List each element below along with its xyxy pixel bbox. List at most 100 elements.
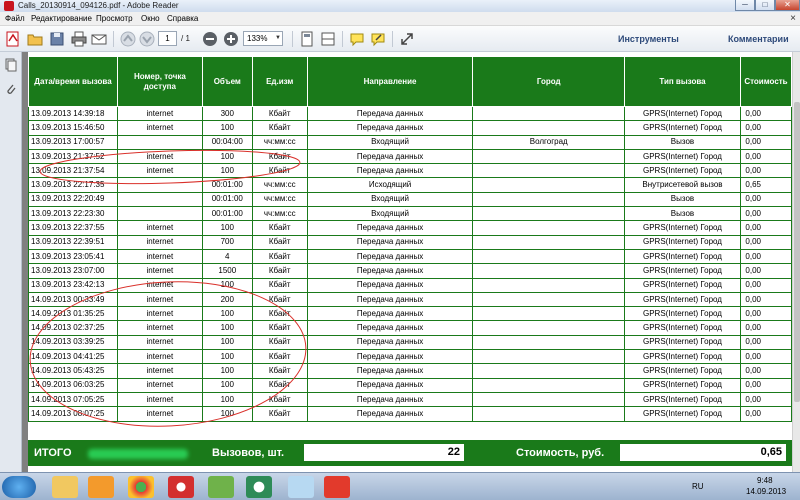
navigation-pane [0, 52, 22, 472]
table-cell [472, 177, 626, 193]
chevron-down-icon: ▼ [275, 35, 281, 41]
save-icon[interactable] [48, 30, 66, 48]
table-cell: GPRS(Internet) Город [624, 234, 741, 250]
table-cell: Кбайт [251, 234, 308, 250]
table-cell: Кбайт [251, 334, 308, 351]
clock-date[interactable]: 14.09.2013 [746, 486, 786, 498]
minimize-button[interactable]: ─ [735, 0, 755, 11]
menu-view[interactable]: Просмотр [96, 12, 133, 26]
table-cell: 14.09.2013 04:41:25 [28, 349, 118, 365]
table-cell: GPRS(Internet) Город [624, 363, 741, 379]
vertical-scrollbar[interactable] [792, 52, 800, 472]
table-cell: 0,00 [739, 105, 792, 122]
table-cell: 4 [201, 248, 253, 265]
fit-page-icon[interactable] [298, 30, 316, 48]
table-cell: 100 [201, 277, 253, 293]
zoom-select[interactable]: 133% ▼ [243, 31, 283, 46]
table-cell: 0,00 [739, 220, 792, 236]
table-cell: 0,00 [739, 234, 792, 250]
table-cell [472, 206, 626, 222]
icq-icon[interactable] [208, 476, 234, 498]
comments-link[interactable]: Комментарии [728, 26, 789, 52]
menu-edit[interactable]: Редактирование [31, 12, 92, 26]
fit-width-icon[interactable] [319, 30, 337, 48]
table-cell: Передача данных [306, 349, 474, 365]
next-page-icon[interactable] [138, 30, 156, 48]
table-cell: internet [116, 234, 203, 250]
table-cell: GPRS(Internet) Город [624, 349, 741, 365]
table-cell: Передача данных [306, 105, 474, 122]
table-cell: 200 [201, 291, 253, 308]
create-pdf-icon[interactable] [4, 30, 22, 48]
highlight-icon[interactable] [369, 30, 387, 48]
toolbar-separator [342, 31, 343, 47]
table-row: 13.09.2013 22:17:35 00:01:00 чч:мм:сс Исход… [28, 177, 792, 193]
chrome-icon[interactable] [128, 476, 154, 498]
table-cell [472, 148, 626, 165]
page-thumbnails-icon[interactable] [4, 58, 18, 72]
table-cell: 0,00 [739, 248, 792, 265]
table-cell: Исходящий [306, 177, 474, 193]
table-row: 13.09.2013 21:37:54 internet 100 Кбайт Перед… [28, 163, 792, 179]
table-cell: 0,00 [739, 277, 792, 293]
table-cell: 13.09.2013 22:23:30 [28, 206, 118, 222]
attachments-icon[interactable] [4, 82, 18, 96]
previous-page-icon[interactable] [119, 30, 137, 48]
email-icon[interactable] [90, 30, 108, 48]
calls-count-label: Вызовов, шт. [212, 447, 285, 459]
column-header-unit: Ед.изм [251, 56, 308, 107]
totals-bar: ИТОГО Вызовов, шт. 22 Стоимость, руб. 0,… [28, 440, 792, 466]
table-cell [472, 120, 626, 136]
comment-icon[interactable] [348, 30, 366, 48]
window-title: Calls_20130914_094126.pdf - Adobe Reader [18, 1, 179, 10]
mail-agent-icon[interactable] [246, 476, 272, 498]
table-cell: 13.09.2013 21:37:54 [28, 163, 118, 179]
table-cell: Передача данных [306, 334, 474, 351]
table-row: 14.09.2013 03:39:25 internet 100 Кбайт Перед… [28, 334, 792, 351]
document-view[interactable]: Дата/время вызова Номер, точка доступа О… [22, 52, 792, 472]
zoom-in-icon[interactable] [222, 30, 240, 48]
table-cell: 0,00 [739, 134, 792, 150]
expand-icon[interactable] [398, 30, 416, 48]
media-player-icon[interactable] [88, 476, 114, 498]
menu-window[interactable]: Окно [141, 12, 160, 26]
page-total: / 1 [181, 34, 190, 43]
table-cell [472, 291, 626, 308]
tools-link[interactable]: Инструменты [618, 26, 679, 52]
calls-count-value: 22 [304, 444, 464, 461]
menu-bar: Файл Редактирование Просмотр Окно Справк… [0, 12, 800, 26]
table-cell: Кбайт [251, 120, 308, 136]
open-file-icon[interactable] [26, 30, 44, 48]
table-row: 13.09.2013 15:46:50 internet 100 Кбайт Перед… [28, 120, 792, 136]
table-cell: 700 [201, 234, 253, 250]
table-cell: Передача данных [306, 277, 474, 293]
table-cell: Входящий [306, 191, 474, 208]
table-cell [472, 234, 626, 250]
table-cell: 14.09.2013 05:43:25 [28, 363, 118, 379]
table-cell: 0,00 [739, 206, 792, 222]
zoom-out-icon[interactable] [201, 30, 219, 48]
table-cell [116, 177, 203, 193]
table-cell: Передача данных [306, 391, 474, 408]
close-button[interactable]: ✕ [775, 0, 800, 11]
page-number-input[interactable]: 1 [158, 31, 177, 46]
menu-file[interactable]: Файл [5, 12, 25, 26]
start-button-icon[interactable] [2, 476, 36, 498]
toolbar-separator [292, 31, 293, 47]
table-cell: GPRS(Internet) Город [624, 248, 741, 265]
menu-help[interactable]: Справка [167, 12, 198, 26]
table-row: 14.09.2013 02:37:25 internet 100 Кбайт Перед… [28, 320, 792, 336]
table-cell: internet [116, 277, 203, 293]
scrollbar-thumb[interactable] [794, 102, 800, 402]
print-icon[interactable] [70, 30, 88, 48]
app-icon[interactable] [288, 476, 314, 498]
language-indicator[interactable]: RU [692, 481, 704, 493]
maximize-button[interactable]: □ [755, 0, 775, 11]
table-row: 13.09.2013 21:37:52 internet 100 Кбайт Перед… [28, 148, 792, 165]
opera-icon[interactable] [168, 476, 194, 498]
column-header-datetime: Дата/время вызова [28, 56, 118, 107]
close-document-icon[interactable]: × [790, 12, 796, 26]
adobe-reader-taskbar-icon[interactable] [324, 476, 350, 498]
file-explorer-icon[interactable] [52, 476, 78, 498]
table-cell [116, 191, 203, 208]
